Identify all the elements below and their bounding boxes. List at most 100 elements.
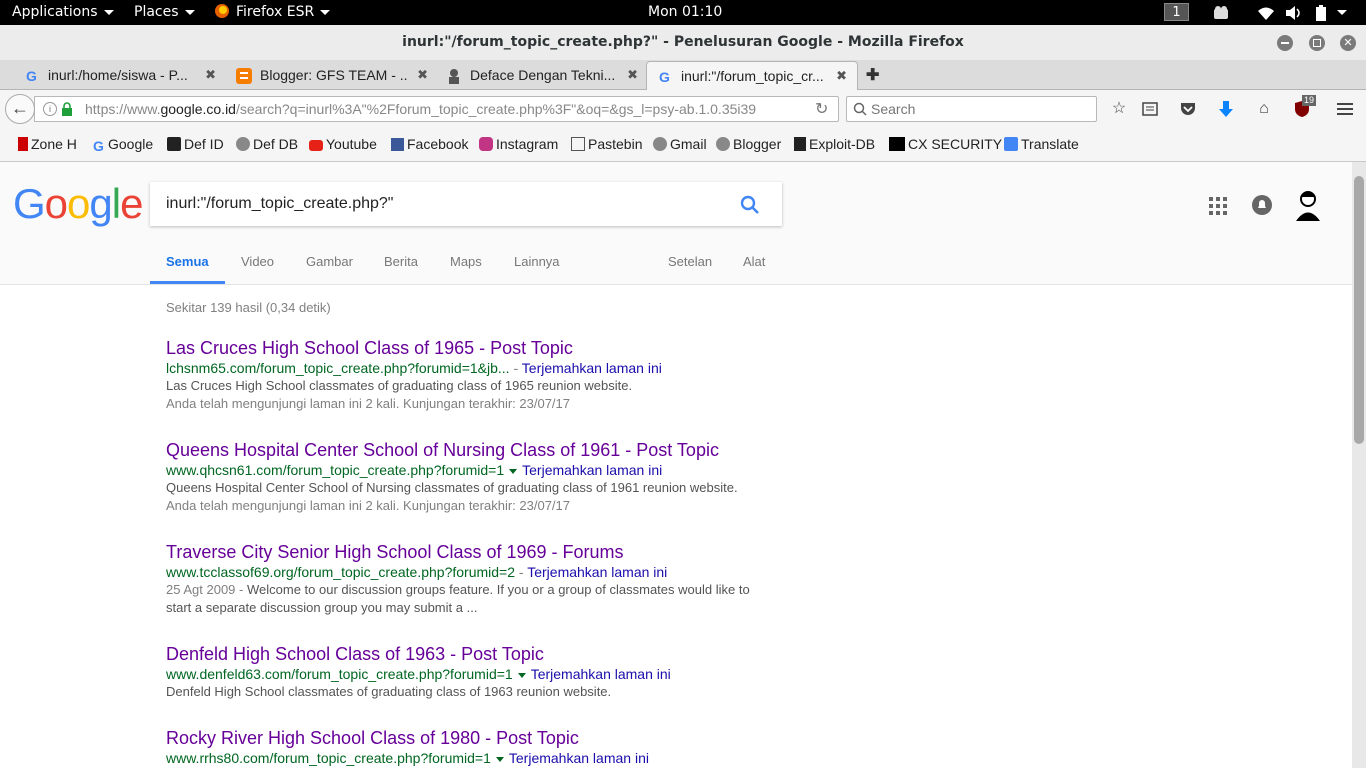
dropdown-arrow-icon[interactable] <box>495 756 504 762</box>
facebook-icon <box>391 138 404 151</box>
bookmark-label: Pastebin <box>588 136 643 152</box>
tab-berita[interactable]: Berita <box>384 254 418 269</box>
reading-list-icon[interactable] <box>1142 101 1158 117</box>
bookmark-pastebin[interactable]: Pastebin <box>571 128 642 161</box>
bookmark-star-icon[interactable]: ☆ <box>1110 100 1128 118</box>
bookmark-def-id[interactable]: Def ID <box>167 128 224 161</box>
tab-semua[interactable]: Semua <box>166 254 209 269</box>
reload-icon[interactable]: ↻ <box>815 99 828 119</box>
search-query-input[interactable]: inurl:"/forum_topic_create.php?" <box>166 182 393 226</box>
globe-icon <box>653 137 667 151</box>
tab-label: inurl:"/forum_topic_cr... <box>681 68 824 84</box>
firefox-label: Firefox ESR <box>236 4 315 20</box>
minimize-button[interactable] <box>1277 35 1293 51</box>
home-icon[interactable]: ⌂ <box>1255 100 1273 118</box>
battery-icon[interactable] <box>1313 4 1331 22</box>
translate-link[interactable]: Terjemahkan laman ini <box>527 564 667 580</box>
notifications-bell-icon[interactable] <box>1252 195 1272 215</box>
bookmark-exploit-db[interactable]: Exploit-DB <box>794 128 875 161</box>
places-menu[interactable]: Places <box>134 0 195 25</box>
maximize-icon <box>1313 39 1321 47</box>
tab-close-icon[interactable]: ✖ <box>836 62 847 90</box>
translate-link[interactable]: Terjemahkan laman ini <box>531 666 671 682</box>
bookmark-cx-security[interactable]: CX SECURITY <box>889 128 1002 161</box>
back-button[interactable]: ← <box>5 94 35 124</box>
result-title-link[interactable]: Denfeld High School Class of 1963 - Post… <box>166 643 806 665</box>
chevron-down-icon <box>320 9 331 15</box>
bookmark-youtube[interactable]: Youtube <box>309 128 377 161</box>
globe-icon <box>236 137 250 151</box>
info-icon[interactable]: i <box>43 102 57 116</box>
lock-icon[interactable] <box>61 102 73 116</box>
search-icon <box>853 102 867 116</box>
bookmark-label: CX SECURITY <box>908 136 1003 152</box>
close-icon: ✕ <box>1343 36 1353 49</box>
tab-close-icon[interactable]: ✖ <box>627 61 638 89</box>
firefox-app-menu[interactable]: Firefox ESR <box>214 0 331 25</box>
active-tab-underline <box>150 281 225 284</box>
tab-lainnya[interactable]: Lainnya <box>514 254 560 269</box>
tab-close-icon[interactable]: ✖ <box>205 61 216 89</box>
result-title-link[interactable]: Queens Hospital Center School of Nursing… <box>166 439 806 461</box>
google-header: Google inurl:"/forum_topic_create.php?" … <box>0 162 1352 285</box>
translate-link[interactable]: Terjemahkan laman ini <box>509 750 649 766</box>
firefox-icon <box>215 4 229 18</box>
translate-link[interactable]: Terjemahkan laman ini <box>522 360 662 376</box>
tab-video[interactable]: Video <box>241 254 274 269</box>
camera-icon[interactable] <box>1213 5 1231 21</box>
result-title-link[interactable]: Las Cruces High School Class of 1965 - P… <box>166 337 806 359</box>
tab-deface[interactable]: Deface Dengan Tekni... ✖ <box>436 61 648 90</box>
apps-grid-icon[interactable] <box>1209 197 1227 215</box>
new-tab-plus-icon[interactable]: ✚ <box>866 65 879 85</box>
maximize-button[interactable] <box>1309 35 1325 51</box>
tab-setelan[interactable]: Setelan <box>668 254 712 269</box>
workspace-indicator[interactable]: 1 <box>1164 3 1189 21</box>
bookmark-instagram[interactable]: Instagram <box>479 128 558 161</box>
volume-icon[interactable] <box>1285 5 1303 21</box>
page-scrollbar[interactable] <box>1352 162 1366 768</box>
blogger-favicon-icon <box>236 68 252 84</box>
dropdown-arrow-icon[interactable] <box>509 468 518 474</box>
result-title-link[interactable]: Rocky River High School Class of 1980 - … <box>166 727 806 749</box>
pocket-icon[interactable] <box>1180 101 1196 117</box>
result-title-link[interactable]: Traverse City Senior High School Class o… <box>166 541 806 563</box>
bookmark-label: Zone H <box>31 136 77 152</box>
avatar[interactable] <box>1292 188 1324 222</box>
tab-strip: G inurl:/home/siswa - P... ✖ Blogger: GF… <box>0 60 1366 90</box>
translate-link[interactable]: Terjemahkan laman ini <box>522 462 662 478</box>
google-search-box[interactable]: inurl:"/forum_topic_create.php?" <box>150 182 782 226</box>
applications-menu[interactable]: Applications <box>12 0 114 25</box>
bookmark-facebook[interactable]: Facebook <box>391 128 468 161</box>
scrollbar-thumb[interactable] <box>1354 176 1364 444</box>
search-result: Rocky River High School Class of 1980 - … <box>166 727 806 767</box>
wifi-icon[interactable] <box>1257 5 1275 21</box>
download-icon[interactable] <box>1218 100 1234 118</box>
tab-maps[interactable]: Maps <box>450 254 482 269</box>
bookmark-translate[interactable]: Translate <box>1004 128 1079 161</box>
result-snippet: Las Cruces High School classmates of gra… <box>166 378 633 393</box>
tab-close-icon[interactable]: ✖ <box>417 61 428 89</box>
tab-alat[interactable]: Alat <box>743 254 765 269</box>
bookmark-def-db[interactable]: Def DB <box>236 128 298 161</box>
bookmark-google[interactable]: G Google <box>93 128 153 161</box>
tab-google-home-siswa[interactable]: G inurl:/home/siswa - P... ✖ <box>14 61 226 90</box>
search-bar[interactable]: Search <box>846 96 1097 122</box>
result-url: www.qhcsn61.com/forum_topic_create.php?f… <box>166 462 505 478</box>
close-button[interactable]: ✕ <box>1340 35 1356 51</box>
tab-current-search[interactable]: G inurl:"/forum_topic_cr... ✖ <box>646 61 858 90</box>
bookmark-blogger[interactable]: Blogger <box>716 128 781 161</box>
clock[interactable]: Mon 01:10 <box>648 0 722 25</box>
url-path: /search?q=inurl%3A"%2Fforum_topic_create… <box>235 101 757 117</box>
bookmark-zone-h[interactable]: Zone H <box>18 128 77 161</box>
bookmarks-toolbar: Zone H G Google Def ID Def DB Youtube Fac… <box>0 128 1366 162</box>
bookmark-gmail[interactable]: Gmail <box>653 128 707 161</box>
google-logo[interactable]: Google <box>13 180 143 228</box>
tab-blogger[interactable]: Blogger: GFS TEAM - ... ✖ <box>226 61 438 90</box>
search-icon[interactable] <box>740 195 760 215</box>
url-bar[interactable]: i https://www.google.co.id/search?q=inur… <box>34 96 839 122</box>
google-favicon-icon: G <box>659 69 670 85</box>
tab-gambar[interactable]: Gambar <box>306 254 353 269</box>
power-menu-chevron-icon[interactable] <box>1337 10 1347 15</box>
hamburger-menu-icon[interactable] <box>1337 102 1353 116</box>
dropdown-arrow-icon[interactable] <box>517 672 526 678</box>
